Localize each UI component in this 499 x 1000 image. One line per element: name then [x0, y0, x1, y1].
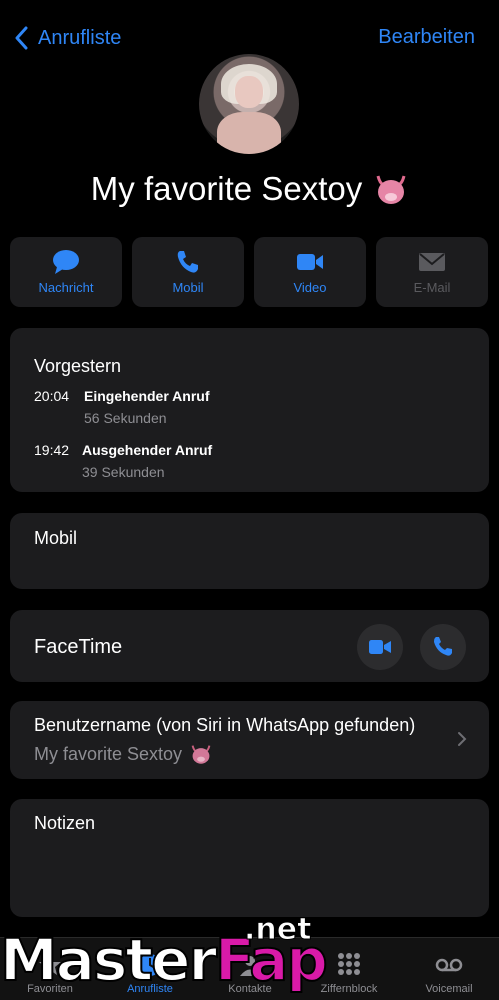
contact-name: My favorite Sextoy [90, 170, 363, 207]
tab-recents[interactable]: Anrufliste [105, 951, 195, 995]
tab-keypad[interactable]: Ziffernblock [304, 951, 394, 995]
facetime-video-button[interactable] [357, 624, 403, 670]
video-icon [369, 640, 391, 654]
chevron-right-icon [458, 732, 467, 746]
mail-icon [419, 253, 445, 271]
avatar[interactable] [199, 54, 299, 154]
video-button[interactable]: Video [254, 237, 366, 307]
mobile-label: Mobil [34, 528, 78, 548]
call-type: Eingehender Anruf [84, 388, 210, 404]
facetime-audio-button[interactable] [420, 624, 466, 670]
call-duration: 39 Sekunden [82, 464, 165, 480]
recent-calls-title: Vorgestern [34, 356, 122, 376]
username-value-row: My favorite Sextoy [34, 743, 212, 765]
facetime-card: FaceTime [10, 610, 489, 682]
contact-name-row: My favorite Sextoy [0, 170, 499, 208]
facetime-label: FaceTime [34, 636, 123, 658]
call-duration: 56 Sekunden [84, 410, 167, 426]
back-button-label: Anrufliste [38, 26, 122, 49]
star-icon [39, 954, 61, 975]
call-mobile-button[interactable]: Mobil [132, 237, 244, 307]
chevron-left-icon [15, 26, 28, 50]
quick-actions: Nachricht Mobil Video E-Mail [10, 237, 489, 307]
mail-button: E-Mail [376, 237, 488, 307]
message-icon [53, 250, 79, 274]
call-time: 19:42 [34, 442, 70, 458]
tab-contacts[interactable]: Kontakte [205, 951, 295, 995]
navigation-bar: Anrufliste Bearbeiten [0, 26, 499, 54]
tab-bar: Favoriten Anrufliste Kontakte Ziffernblo… [0, 937, 499, 1000]
devil-emoji-icon [191, 745, 211, 764]
notes-card[interactable]: Notizen [10, 799, 489, 917]
phone-icon [434, 637, 452, 656]
call-time: 20:04 [34, 388, 70, 404]
username-card[interactable]: Benutzername (von Siri in WhatsApp gefun… [10, 701, 489, 779]
phone-icon [177, 251, 198, 273]
tab-favorites[interactable]: Favoriten [5, 951, 95, 995]
notes-label: Notizen [34, 813, 96, 833]
person-icon [240, 956, 260, 976]
voicemail-icon [435, 958, 463, 972]
tab-voicemail[interactable]: Voicemail [404, 951, 494, 995]
mobile-number-card[interactable]: Mobil [10, 513, 489, 589]
username-value: My favorite Sextoy [34, 743, 183, 764]
back-button[interactable]: Anrufliste [14, 26, 121, 50]
username-label: Benutzername (von Siri in WhatsApp gefun… [34, 715, 416, 735]
edit-button[interactable]: Bearbeiten [378, 26, 475, 49]
keypad-icon [338, 953, 360, 975]
devil-emoji-icon [376, 175, 406, 204]
message-button[interactable]: Nachricht [10, 237, 122, 307]
video-icon [297, 254, 323, 270]
recent-calls-card: Vorgestern 20:04 Eingehender Anruf 56 Se… [10, 328, 489, 492]
clock-icon [139, 954, 161, 976]
call-type: Ausgehender Anruf [82, 442, 213, 458]
